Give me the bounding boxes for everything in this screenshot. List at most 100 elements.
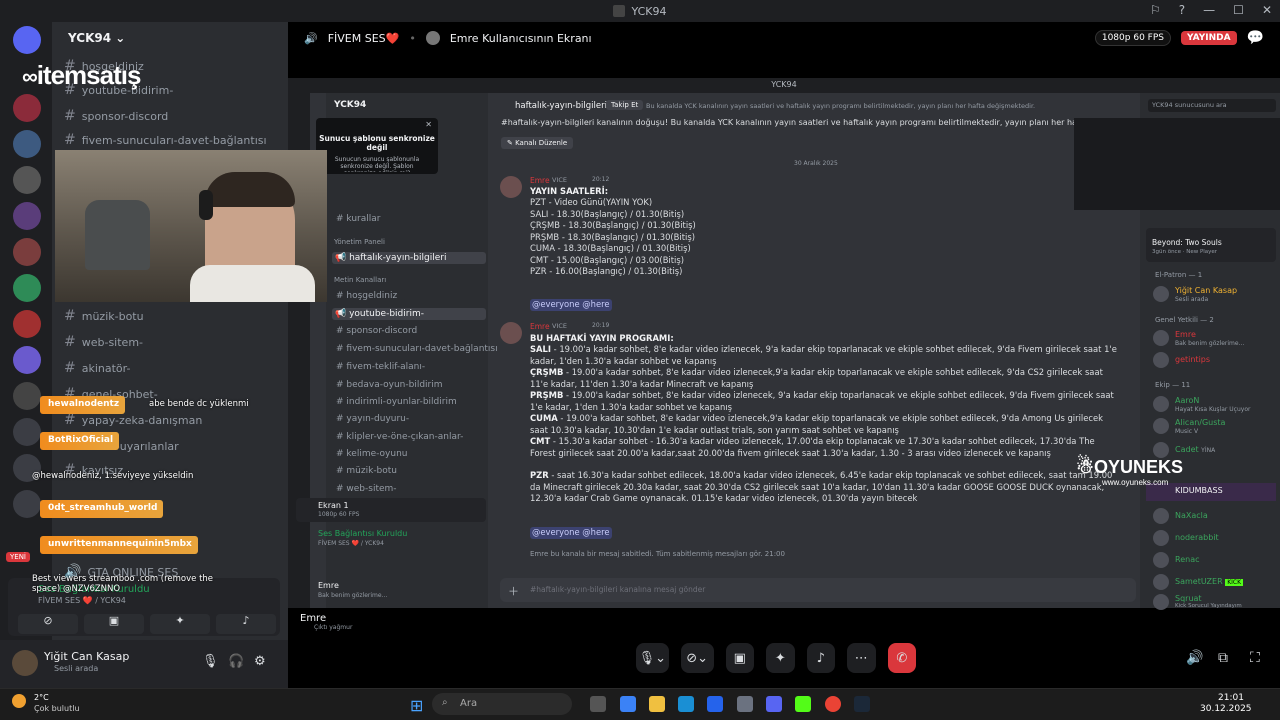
- inner-category[interactable]: Metin Kanalları: [334, 276, 386, 284]
- inner-channel[interactable]: # yayın-duyuru-: [336, 414, 409, 424]
- help-icon[interactable]: ?: [1179, 3, 1185, 17]
- channel-item[interactable]: # web-sitem-: [64, 334, 143, 350]
- edit-channel-button[interactable]: ✎ Kanalı Düzenle: [501, 137, 574, 149]
- close-icon[interactable]: ✕: [425, 120, 432, 129]
- screen-share-button[interactable]: ▣: [84, 614, 144, 634]
- server-icon[interactable]: [13, 94, 41, 122]
- inner-channel[interactable]: # müzik-botu: [336, 466, 397, 476]
- server-icon[interactable]: [13, 166, 41, 194]
- inner-channel[interactable]: # indirimli-oyunlar-bildirim: [336, 397, 457, 407]
- channel-item[interactable]: # yapay-zeka-danışman: [64, 412, 202, 428]
- camera-off-button[interactable]: ⊘: [18, 614, 78, 634]
- mentions[interactable]: @everyone @here: [530, 299, 612, 311]
- server-icon[interactable]: [13, 274, 41, 302]
- avatar[interactable]: [500, 322, 522, 344]
- discord-icon[interactable]: [766, 696, 782, 712]
- server-icon[interactable]: [13, 418, 41, 446]
- server-icon[interactable]: [13, 130, 41, 158]
- chrome-icon[interactable]: [825, 696, 841, 712]
- member-name[interactable]: SametUZER KICK: [1175, 577, 1244, 586]
- inner-channel[interactable]: 📢 youtube-bidirim-: [332, 308, 486, 320]
- file-explorer-icon[interactable]: [649, 696, 665, 712]
- popout-icon[interactable]: ⧉: [1218, 650, 1228, 666]
- server-icon[interactable]: [13, 310, 41, 338]
- message-author[interactable]: Emre: [530, 176, 550, 185]
- clock-date[interactable]: 30.12.2025: [1200, 704, 1252, 714]
- soundboard-button[interactable]: ♪: [806, 643, 836, 673]
- taskbar-search[interactable]: ⌕ Ara: [432, 693, 572, 715]
- member-name[interactable]: noderabbit: [1175, 533, 1219, 542]
- member-name[interactable]: getintips: [1175, 355, 1210, 364]
- chat-bubble-icon[interactable]: 💬: [1247, 30, 1264, 46]
- inner-channel[interactable]: # kurallar: [336, 214, 380, 224]
- disconnect-button[interactable]: ✆: [887, 643, 917, 673]
- headphones-icon[interactable]: 🎧: [228, 654, 244, 669]
- server-icon[interactable]: [13, 202, 41, 230]
- discord-home-icon[interactable]: [13, 26, 41, 54]
- member-name[interactable]: Renac: [1175, 555, 1200, 564]
- settings-gear-icon[interactable]: ⚙: [254, 654, 266, 669]
- volume-icon[interactable]: 🔊: [1186, 650, 1203, 666]
- avatar[interactable]: [1153, 508, 1169, 524]
- activities-button[interactable]: ✦: [150, 614, 210, 634]
- activity-card[interactable]: Beyond: Two Souls 3gün önce · New Player: [1146, 228, 1276, 262]
- inner-channel[interactable]: # fivem-sunucuları-davet-bağlantısı: [336, 344, 498, 354]
- avatar[interactable]: [12, 650, 38, 676]
- inner-channel-active[interactable]: 📢 haftalık-yayın-bilgileri: [332, 252, 486, 264]
- settings-icon[interactable]: [737, 696, 753, 712]
- follow-button[interactable]: Takip Et: [606, 100, 644, 110]
- inner-screen-card[interactable]: Ekran 1 1080p 60 FPS: [296, 498, 486, 522]
- avatar[interactable]: [500, 176, 522, 198]
- copilot-icon[interactable]: [620, 696, 636, 712]
- inner-channel[interactable]: # klipler-ve-öne-çıkan-anlar-: [336, 432, 463, 442]
- inbox-icon[interactable]: ⚐: [1150, 3, 1161, 17]
- clock-time[interactable]: 21:01: [1218, 693, 1244, 703]
- channel-item[interactable]: # akinatör-: [64, 360, 130, 376]
- inner-category[interactable]: Yönetim Paneli: [334, 238, 385, 246]
- member-name[interactable]: Alican/Gusta: [1175, 418, 1225, 427]
- inner-channel[interactable]: # fivem-teklif-alanı-: [336, 362, 425, 372]
- member-name[interactable]: AaroN: [1175, 396, 1199, 405]
- inner-channel[interactable]: # bedava-oyun-bildirim: [336, 380, 443, 390]
- member-name[interactable]: Yiğit Can Kasap: [1175, 286, 1237, 295]
- message-composer[interactable]: ＋ #haftalık-yayın-bilgileri kanalına mes…: [500, 578, 1136, 602]
- mic-icon[interactable]: 🎙: [202, 654, 219, 669]
- close-button[interactable]: ✕: [1262, 3, 1272, 17]
- edge-icon[interactable]: [678, 696, 694, 712]
- fullscreen-icon[interactable]: ⛶: [1250, 650, 1260, 666]
- avatar[interactable]: [1153, 352, 1169, 368]
- inner-channel[interactable]: # web-sitem-: [336, 484, 397, 494]
- member-name[interactable]: Sqruat: [1175, 594, 1202, 603]
- store-icon[interactable]: [707, 696, 723, 712]
- steam-icon[interactable]: [854, 696, 870, 712]
- server-name[interactable]: YCK94 ⌄: [68, 31, 125, 45]
- mentions[interactable]: @everyone @here: [530, 527, 612, 539]
- avatar[interactable]: [1153, 574, 1169, 590]
- avatar[interactable]: [1153, 552, 1169, 568]
- inner-channel[interactable]: # sponsor-discord: [336, 326, 417, 336]
- maximize-button[interactable]: ☐: [1233, 3, 1244, 17]
- avatar[interactable]: [1153, 396, 1169, 412]
- member-name[interactable]: KIDUMBASS: [1175, 486, 1223, 495]
- member-name[interactable]: Emre: [1175, 330, 1196, 339]
- server-icon[interactable]: [13, 346, 41, 374]
- inner-channel[interactable]: # hoşgeldiniz: [336, 291, 397, 301]
- channel-item[interactable]: # sponsor-discord: [64, 108, 168, 124]
- message-author[interactable]: Emre: [530, 322, 550, 331]
- weather-icon[interactable]: [12, 694, 26, 708]
- channel-item[interactable]: # fivem-sunucuları-davet-bağlantısı: [64, 132, 267, 148]
- mute-button[interactable]: 🎙⌄: [636, 643, 669, 673]
- kick-icon[interactable]: [795, 696, 811, 712]
- screen-share-button[interactable]: ▣: [725, 643, 755, 673]
- add-attachment-icon[interactable]: ＋: [508, 583, 519, 599]
- avatar[interactable]: [1153, 286, 1169, 302]
- server-icon[interactable]: [13, 490, 41, 518]
- server-icon[interactable]: [13, 238, 41, 266]
- avatar[interactable]: [1153, 418, 1169, 434]
- inner-search-input[interactable]: YCK94 sunucusunu ara: [1148, 99, 1276, 112]
- more-button[interactable]: ⋯: [847, 643, 876, 673]
- member-name[interactable]: Cadet YİNA: [1175, 445, 1215, 454]
- channel-item[interactable]: # müzik-botu: [64, 308, 144, 324]
- inner-server-name[interactable]: YCK94: [334, 100, 366, 110]
- camera-button[interactable]: ⊘⌄: [680, 643, 714, 673]
